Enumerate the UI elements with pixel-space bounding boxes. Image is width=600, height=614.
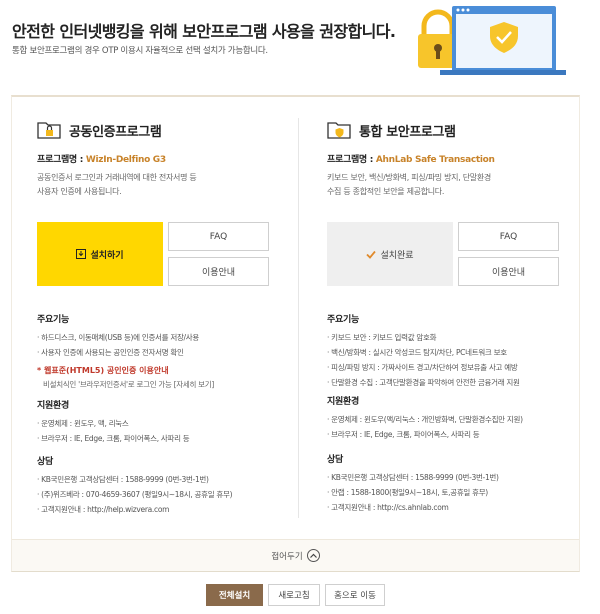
right-program-column: 통합 보안프로그램 프로그램명 : AhnLab Safe Transactio… [327, 118, 587, 512]
go-home-label: 홈으로 이동 [334, 591, 376, 601]
footer-actions: 전체설치 새로고침 홈으로 이동 [0, 584, 600, 606]
chevron-up-icon [306, 549, 320, 562]
list-item: 단말환경 수집 : 고객단말환경을 파악하여 안전한 금융거래 지원 [327, 375, 597, 390]
list-item[interactable]: 고객지원안내 : http://help.wizvera.com [37, 502, 307, 517]
contact-title: 상담 [327, 455, 343, 465]
desc-line: 공동인증서 로그인과 거래내역에 대한 전자서명 등 [37, 173, 197, 182]
list-item: 백신/방화벽 : 실시간 악성코드 탐지/차단, PC네트워크 보호 [327, 345, 597, 360]
desc-line: 사용자 인증에 사용됩니다. [37, 187, 122, 196]
list-item: 브라우저 : IE, Edge, 크롬, 파이어폭스, 사파리 등 [37, 431, 307, 446]
note-title: 웹표준(HTML5) 공인인증 이용안내 [43, 366, 169, 375]
right-environment: 지원환경 운영체제 : 윈도우(맥/리눅스 : 개인방화벽, 단말환경수집만 지… [327, 394, 597, 442]
guide-label: 이용안내 [201, 268, 236, 278]
install-all-button[interactable]: 전체설치 [206, 584, 263, 606]
left-environment: 지원환경 운영체제 : 윈도우, 맥, 리눅스 브라우저 : IE, Edge,… [37, 398, 307, 446]
left-program-desc: 공동인증서 로그인과 거래내역에 대한 전자서명 등 사용자 인증에 사용됩니다… [37, 171, 297, 199]
program-value: WizIn-Delfino G3 [85, 155, 166, 165]
list-item: 키보드 보안 : 키보드 입력값 암호화 [327, 330, 597, 345]
list-item: 하드디스크, 이동매체(USB 등)에 인증서를 저장/사용 [37, 330, 307, 345]
right-contact: 상담 KB국민은행 고객상담센터 : 1588-9999 (0번-3번-1번) … [327, 452, 597, 515]
faq-button[interactable]: FAQ [458, 222, 559, 251]
features-title: 주요기능 [327, 315, 359, 325]
list-item: 운영체제 : 윈도우(맥/리눅스 : 개인방화벽, 단말환경수집만 지원) [327, 412, 597, 427]
monitor-shield-icon [440, 6, 566, 75]
go-home-button[interactable]: 홈으로 이동 [325, 584, 385, 606]
guide-button[interactable]: 이용안내 [458, 257, 559, 286]
right-program-header: 통합 보안프로그램 [327, 118, 587, 142]
install-button[interactable]: 설치하기 [37, 222, 163, 286]
installed-label: 설치완료 [380, 250, 414, 261]
list-item: KB국민은행 고객상담센터 : 1588-9999 (0번-3번-1번) [327, 470, 597, 485]
folder-shield-icon [327, 122, 351, 139]
guide-label: 이용안내 [491, 268, 526, 278]
list-item: 운영체제 : 윈도우, 맥, 리눅스 [37, 416, 307, 431]
left-program-column: 공동인증프로그램 프로그램명 : WizIn-Delfino G3 공동인증서 … [37, 118, 297, 514]
refresh-label: 새로고침 [278, 591, 310, 601]
left-program-name: 공동인증프로그램 [69, 124, 162, 140]
page-subtitle: 통합 보안프로그램의 경우 OTP 이용시 자율적으로 선택 설치가 가능합니다… [12, 46, 268, 56]
list-item: 안랩 : 1588-1800(평일9시~18시, 토,공휴일 휴무) [327, 485, 597, 500]
left-features: 주요기능 하드디스크, 이동매체(USB 등)에 인증서를 저장/사용 사용자 … [37, 312, 307, 392]
list-item: 피싱/파밍 방지 : 가짜사이트 경고/차단하여 정보유출 사고 예방 [327, 360, 597, 375]
html5-auth-link[interactable]: * 웹표준(HTML5) 공인인증 이용안내 [37, 364, 307, 378]
program-label: 프로그램명 : [37, 155, 86, 165]
left-program-line: 프로그램명 : WizIn-Delfino G3 [37, 152, 297, 165]
fold-toggle[interactable]: 접어두기 [12, 539, 579, 571]
faq-label: FAQ [499, 231, 518, 242]
list-item[interactable]: 고객지원안내 : http://cs.ahnlab.com [327, 500, 597, 515]
env-title: 지원환경 [327, 397, 359, 407]
install-label: 설치하기 [90, 250, 124, 261]
left-button-group: 설치하기 FAQ 이용안내 [37, 222, 269, 286]
faq-label: FAQ [209, 231, 228, 242]
features-title: 주요기능 [37, 315, 69, 325]
left-contact: 상담 KB국민은행 고객상담센터 : 1588-9999 (0번-3번-1번) … [37, 454, 307, 517]
list-item: 사용자 인증에 사용되는 공인인증 전자서명 확인 [37, 345, 307, 360]
page-title: 안전한 인터넷뱅킹을 위해 보안프로그램 사용을 권장합니다. [12, 22, 396, 41]
list-item: (주)위즈베라 : 070-4659-3607 (평일9시~18시, 공휴일 휴… [37, 487, 307, 502]
security-illustration [418, 6, 566, 75]
list-item: KB국민은행 고객상담센터 : 1588-9999 (0번-3번-1번) [37, 472, 307, 487]
install-all-label: 전체설치 [218, 591, 251, 601]
html5-auth-desc: 비설치식인 '브라우저인증서'로 로그인 가능 [자세히 보기] [43, 380, 214, 389]
note-star: * [37, 366, 44, 375]
right-features: 주요기능 키보드 보안 : 키보드 입력값 암호화 백신/방화벽 : 실시간 악… [327, 312, 597, 390]
refresh-button[interactable]: 새로고침 [268, 584, 320, 606]
guide-button[interactable]: 이용안내 [168, 257, 269, 286]
contact-title: 상담 [37, 457, 53, 467]
program-value: AhnLab Safe Transaction [375, 155, 495, 165]
download-icon [76, 249, 87, 259]
faq-button[interactable]: FAQ [168, 222, 269, 251]
folder-lock-icon [37, 122, 61, 139]
right-program-desc: 키보드 보안, 백신/방화벽, 피싱/파밍 방지, 단말환경 수집 등 종합적인… [327, 171, 587, 199]
right-program-line: 프로그램명 : AhnLab Safe Transaction [327, 152, 587, 165]
program-label: 프로그램명 : [327, 155, 376, 165]
left-program-header: 공동인증프로그램 [37, 118, 297, 142]
check-icon [366, 250, 377, 259]
right-button-group: 설치완료 FAQ 이용안내 [327, 222, 559, 286]
desc-line: 키보드 보안, 백신/방화벽, 피싱/파밍 방지, 단말환경 [327, 173, 491, 182]
right-program-name: 통합 보안프로그램 [359, 124, 456, 140]
installed-button[interactable]: 설치완료 [327, 222, 453, 286]
list-item: 브라우저 : IE, Edge, 크롬, 파이어폭스, 사파리 등 [327, 427, 597, 442]
env-title: 지원환경 [37, 401, 69, 411]
desc-line: 수집 등 종합적인 보안을 제공합니다. [327, 187, 445, 196]
fold-label: 접어두기 [271, 551, 303, 562]
